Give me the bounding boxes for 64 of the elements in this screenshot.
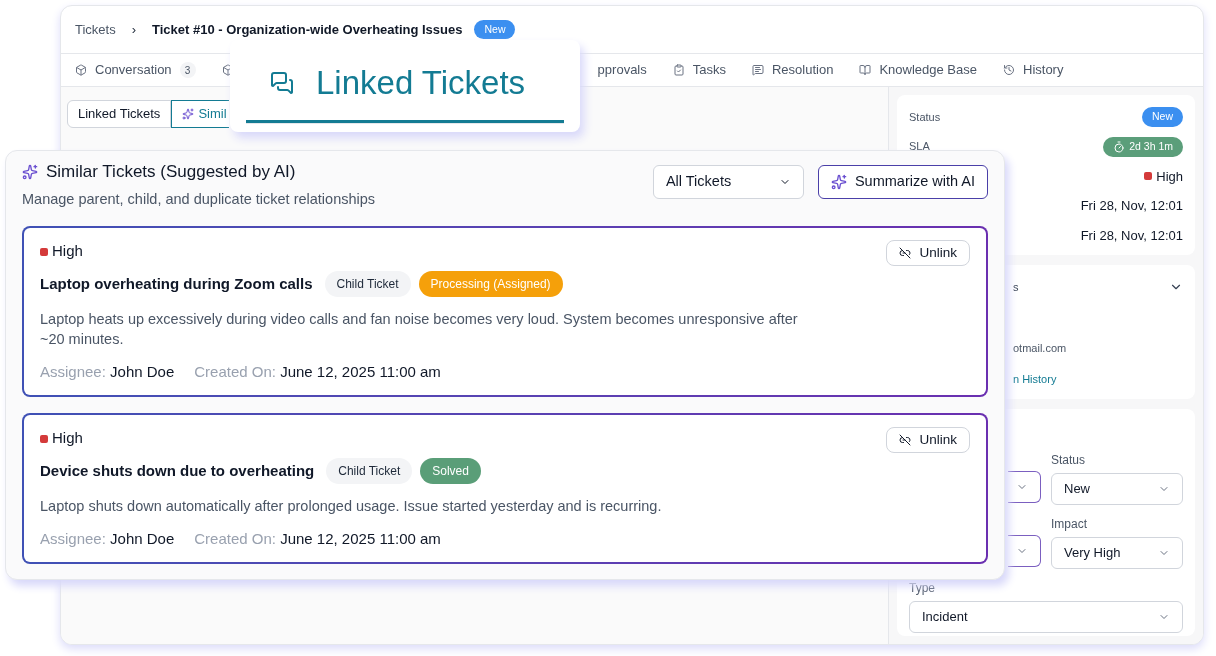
clipboard-icon: [672, 64, 685, 76]
panel-title: Similar Tickets (Suggested by AI): [46, 161, 296, 183]
select-field[interactable]: [1008, 471, 1041, 503]
priority-text: High: [52, 241, 83, 262]
status-tag: Solved: [420, 457, 481, 484]
field-label: Status: [1051, 452, 1087, 469]
summarize-button[interactable]: Summarize with AI: [817, 165, 988, 199]
section-heading: s: [1013, 280, 1019, 295]
assignee-text: Assignee: John Doe: [40, 361, 175, 382]
sparkle-icon: [22, 163, 38, 180]
timer-icon: [1113, 140, 1126, 153]
subtab[interactable]: Linked Tickets: [67, 100, 172, 128]
filter-dropdown[interactable]: All Tickets: [652, 165, 804, 199]
sparkle-icon: [830, 174, 847, 190]
breadcrumb-link[interactable]: Tickets: [75, 19, 116, 40]
email-text: otmail.com: [1013, 340, 1068, 356]
date-text: Fri 28, Nov, 12:01: [1080, 197, 1183, 215]
history-icon: [1003, 64, 1015, 76]
book-icon: [859, 64, 872, 76]
unlink-button[interactable]: Unlink: [886, 240, 970, 267]
sparkle-icon: [182, 108, 195, 120]
tab[interactable]: Tasks: [692, 60, 726, 80]
history-link[interactable]: n History: [1013, 371, 1183, 388]
message-icon: [752, 64, 764, 76]
created-text: Created On: June 12, 2025 11:00 am: [194, 361, 441, 382]
cube-icon: [75, 64, 87, 76]
tab[interactable]: History: [1023, 60, 1064, 80]
ticket-description: Laptop heats up excessively during video calls and fan noise becomes very loud. System becomes unresponsive after ~20 minutes.: [40, 309, 799, 349]
assignee-text: Assignee: John Doe: [40, 528, 175, 549]
subtab[interactable]: Simil: [171, 100, 230, 128]
unlink-icon: [899, 434, 912, 447]
created-text: Created On: June 12, 2025 11:00 am: [194, 528, 441, 549]
ticket-description: Laptop shuts down automatically after prolonged usage. Issue started yesterday and is recurring.: [40, 496, 662, 516]
select-field[interactable]: New: [1051, 473, 1183, 505]
unlink-icon: [899, 247, 912, 260]
priority-text: High: [1156, 167, 1183, 186]
tab[interactable]: Conversation: [95, 60, 172, 80]
field-label: Status: [909, 109, 941, 125]
breadcrumb-separator: ›: [130, 20, 138, 39]
priority-text: High: [52, 428, 83, 449]
tab[interactable]: Resolution: [772, 60, 834, 80]
select-field[interactable]: Incident: [909, 601, 1183, 633]
field-label: Type: [909, 580, 936, 597]
relation-tag: Child Ticket: [324, 270, 411, 297]
field-label: Impact: [1051, 516, 1088, 533]
select-field[interactable]: Very High: [1051, 537, 1183, 569]
ticket-title: Device shuts down due to overheating: [40, 460, 315, 481]
callout-title: Linked Tickets: [316, 63, 526, 103]
tab[interactable]: Knowledge Base: [879, 60, 977, 80]
chat-icon: [270, 70, 294, 95]
panel-subtitle: Manage parent, child, and duplicate ticket relationships: [22, 189, 376, 209]
date-text: Fri 28, Nov, 12:01: [1080, 226, 1183, 245]
field-label: SLA: [909, 139, 930, 155]
sla-badge: 2d 3h 1m: [1103, 136, 1183, 157]
ticket-title: Laptop overheating during Zoom calls: [40, 273, 313, 294]
ticket-heading: Ticket #10 - Organization-wide Overheating Issues: [152, 20, 463, 39]
status-badge: New: [474, 19, 516, 40]
count-badge: 3: [179, 62, 196, 78]
unlink-button[interactable]: Unlink: [886, 427, 970, 454]
tab[interactable]: pprovals: [597, 60, 647, 80]
status-badge: New: [1142, 107, 1183, 127]
relation-tag: Child Ticket: [326, 457, 413, 484]
status-tag: Processing (Assigned): [418, 270, 563, 297]
select-field[interactable]: [1008, 535, 1041, 567]
